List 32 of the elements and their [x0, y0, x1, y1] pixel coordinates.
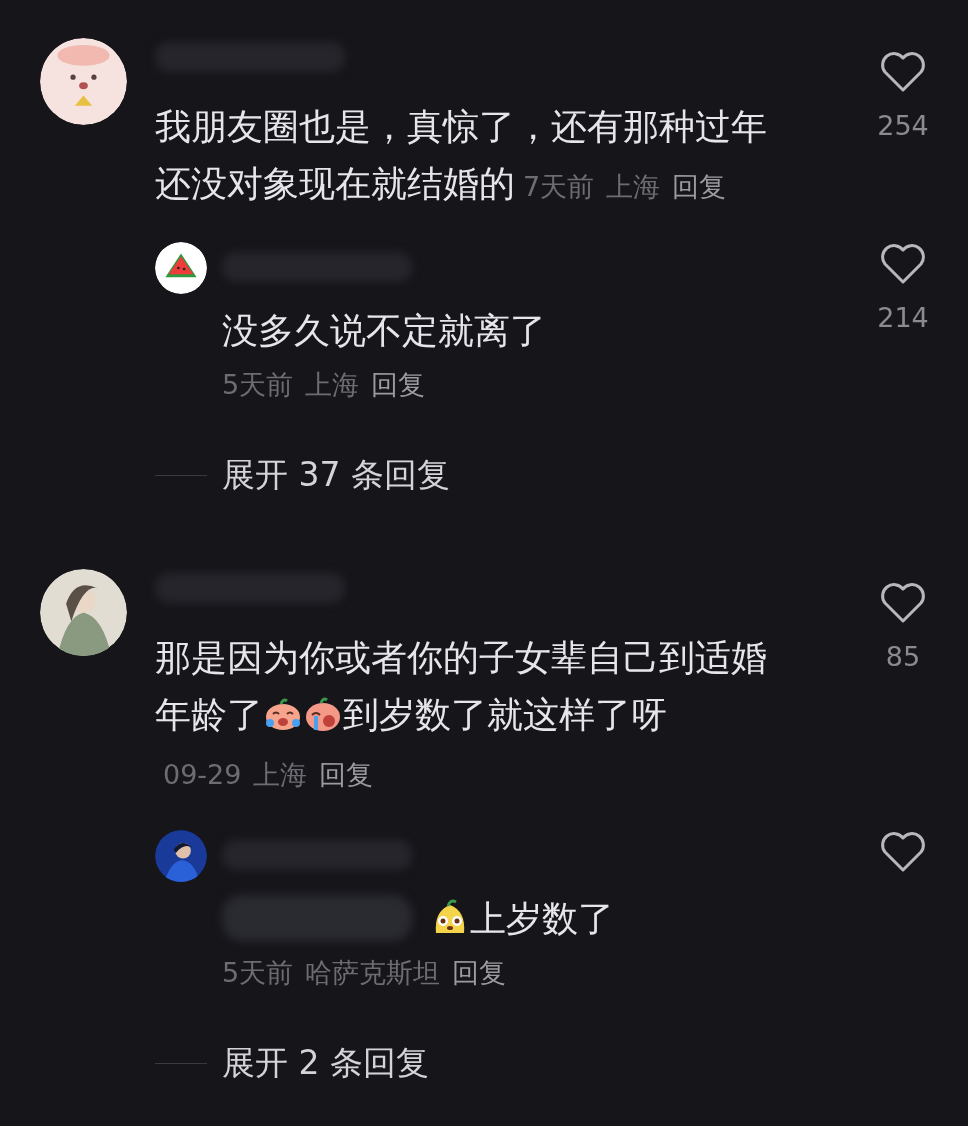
- like-count: 214: [877, 302, 929, 333]
- expand-replies-link[interactable]: 展开 2 条回复: [222, 1041, 429, 1085]
- avatar[interactable]: [155, 830, 207, 882]
- heart-icon[interactable]: [879, 242, 927, 286]
- comment-time: 7天前: [523, 171, 595, 202]
- reply-link[interactable]: 回复: [319, 759, 374, 790]
- comment-time: 5天前: [222, 369, 294, 400]
- comment-text: 到岁数了就这样了呀: [343, 694, 667, 735]
- comment-text: 上岁数了: [470, 898, 614, 939]
- comment-text: 没多久说不定就离了: [222, 310, 546, 351]
- heart-icon[interactable]: [879, 830, 927, 874]
- reply-link[interactable]: 回复: [371, 369, 426, 400]
- comment-location: 上海: [253, 759, 308, 790]
- comment-text: 还没对象现在就结婚的: [155, 163, 515, 204]
- avatar[interactable]: [40, 569, 127, 656]
- reply-link[interactable]: 回复: [672, 171, 727, 202]
- comment-location: 上海: [305, 369, 360, 400]
- comment-location: 上海: [606, 171, 661, 202]
- like-count: 85: [885, 641, 921, 672]
- comment-location: 哈萨克斯坦: [305, 957, 441, 988]
- comment-text: 那是因为你或者你的子女辈自己到适婚: [155, 637, 767, 678]
- avatar[interactable]: [40, 38, 127, 125]
- comment-time: 09-29: [163, 759, 242, 790]
- expand-replies-link[interactable]: 展开 37 条回复: [222, 453, 450, 497]
- watermelon-avatar[interactable]: [155, 242, 207, 294]
- heart-icon[interactable]: [879, 50, 927, 94]
- like-count: 254: [877, 110, 929, 141]
- heart-icon[interactable]: [879, 581, 927, 625]
- reply-link[interactable]: 回复: [452, 957, 507, 988]
- comment-time: 5天前: [222, 957, 294, 988]
- comment-text: 我朋友圈也是，真惊了，还有那种过年: [155, 106, 767, 147]
- comment-text: 年龄了: [155, 694, 263, 735]
